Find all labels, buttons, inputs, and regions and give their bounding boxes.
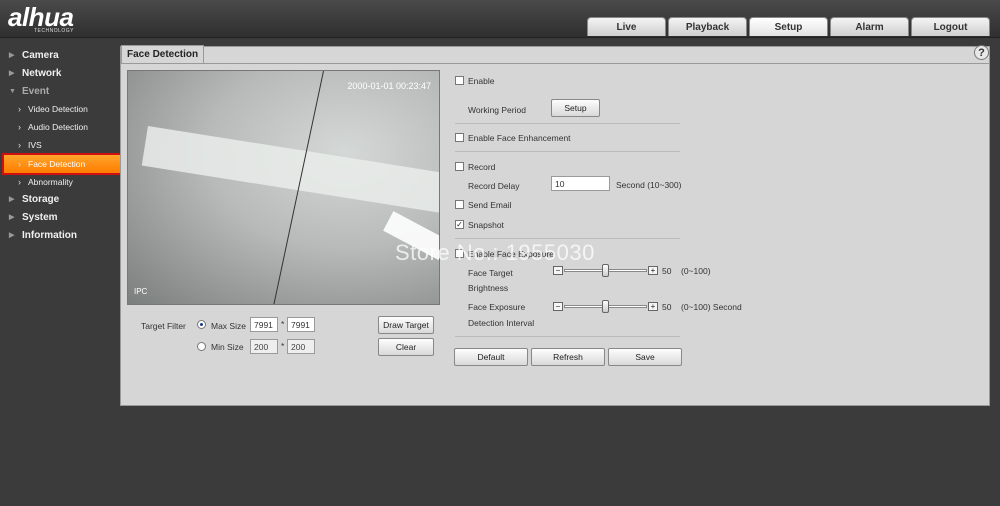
enable-label: Enable xyxy=(468,76,495,86)
face-exposure-slider-handle[interactable] xyxy=(602,300,609,313)
record-delay-label: Record Delay xyxy=(468,181,520,191)
chevron-right-icon: › xyxy=(18,140,21,150)
divider xyxy=(455,151,680,152)
panel-title-tab: Face Detection xyxy=(121,45,205,63)
record-delay-input[interactable]: 10 xyxy=(551,176,610,191)
sidebar-item-label: Face Detection xyxy=(28,159,86,169)
decrease-icon[interactable]: − xyxy=(553,302,563,311)
working-period-setup-button[interactable]: Setup xyxy=(551,99,600,117)
increase-icon[interactable]: + xyxy=(648,302,658,311)
video-preview[interactable]: 2000-01-01 00:23:47 IPC xyxy=(127,70,440,305)
divider xyxy=(455,336,680,337)
store-watermark: Store No.: 1955030 xyxy=(395,240,595,265)
sidebar-item-label: Camera xyxy=(22,49,59,61)
decrease-icon[interactable]: − xyxy=(553,266,563,275)
times-sign: * xyxy=(281,319,285,329)
face-target-value: 50 xyxy=(662,266,672,276)
record-checkbox[interactable] xyxy=(455,162,464,171)
chevron-right-icon: › xyxy=(18,104,21,114)
chevron-right-icon: › xyxy=(18,122,21,132)
expand-arrow-icon: ▶ xyxy=(9,52,15,59)
help-icon[interactable]: ? xyxy=(974,45,989,60)
expand-arrow-icon: ▶ xyxy=(9,70,15,77)
divider xyxy=(455,238,680,239)
max-width-input[interactable]: 7991 xyxy=(250,317,278,332)
sidebar-item-label: Audio Detection xyxy=(28,122,89,132)
sidebar-item-event[interactable]: ▼ Event xyxy=(0,82,120,100)
min-size-label: Min Size xyxy=(211,342,244,352)
expand-arrow-icon: ▶ xyxy=(9,232,15,239)
face-enhancement-checkbox[interactable] xyxy=(455,133,464,142)
max-size-label: Max Size xyxy=(211,321,246,331)
sidebar-item-label: Storage xyxy=(22,193,60,205)
face-exposure-label: Face Exposure xyxy=(468,302,526,312)
sidebar-item-face-detection[interactable]: › Face Detection xyxy=(2,153,124,175)
face-target-range: (0~100) xyxy=(681,266,711,276)
tab-live[interactable]: Live xyxy=(587,17,666,36)
panel-divider xyxy=(121,63,989,64)
face-enhancement-label: Enable Face Enhancement xyxy=(468,133,571,143)
expand-arrow-icon: ▶ xyxy=(9,196,15,203)
video-timestamp: 2000-01-01 00:23:47 xyxy=(347,81,431,91)
record-label: Record xyxy=(468,162,496,172)
sidebar-item-video-detection[interactable]: › Video Detection xyxy=(0,100,120,118)
tab-alarm[interactable]: Alarm xyxy=(830,17,909,36)
draw-target-button[interactable]: Draw Target xyxy=(378,316,434,334)
sidebar-item-label: IVS xyxy=(28,140,42,150)
collapse-arrow-icon: ▼ xyxy=(9,87,16,95)
sidebar-item-system[interactable]: ▶ System xyxy=(0,208,120,226)
max-size-radio[interactable] xyxy=(197,320,206,329)
sidebar-item-information[interactable]: ▶ Information xyxy=(0,226,120,244)
min-width-input[interactable]: 200 xyxy=(250,339,278,354)
sidebar-item-label: System xyxy=(22,211,58,223)
detection-interval-label: Detection Interval xyxy=(468,318,535,328)
tab-logout[interactable]: Logout xyxy=(911,17,990,36)
refresh-button[interactable]: Refresh xyxy=(531,348,605,366)
sidebar-item-label: Abnormality xyxy=(28,177,73,187)
send-email-checkbox[interactable] xyxy=(455,200,464,209)
save-button[interactable]: Save xyxy=(608,348,682,366)
video-channel-label: IPC xyxy=(134,287,148,296)
sidebar-item-network[interactable]: ▶ Network xyxy=(0,64,120,82)
sidebar-item-storage[interactable]: ▶ Storage xyxy=(0,190,120,208)
expand-arrow-icon: ▶ xyxy=(9,214,15,221)
sidebar-item-camera[interactable]: ▶ Camera xyxy=(0,46,120,64)
main-tabs: Live Playback Setup Alarm Logout xyxy=(587,17,990,36)
chevron-right-icon: › xyxy=(18,159,21,169)
chevron-right-icon: › xyxy=(18,177,21,187)
min-height-input[interactable]: 200 xyxy=(287,339,315,354)
snapshot-checkbox[interactable]: ✓ xyxy=(455,220,464,229)
sidebar-item-label: Video Detection xyxy=(28,104,88,114)
sidebar-item-ivs[interactable]: › IVS xyxy=(0,136,120,154)
times-sign: * xyxy=(281,341,285,351)
enable-checkbox[interactable] xyxy=(455,76,464,85)
max-height-input[interactable]: 7991 xyxy=(287,317,315,332)
sidebar-item-label: Information xyxy=(22,229,77,241)
logo-subtitle: TECHNOLOGY xyxy=(34,28,75,34)
clear-button[interactable]: Clear xyxy=(378,338,434,356)
sidebar-item-audio-detection[interactable]: › Audio Detection xyxy=(0,118,120,136)
sidebar-item-label: Network xyxy=(22,67,62,79)
face-exposure-value: 50 xyxy=(662,302,672,312)
dahua-logo: alhua xyxy=(8,2,74,32)
increase-icon[interactable]: + xyxy=(648,266,658,275)
send-email-label: Send Email xyxy=(468,200,512,210)
face-target-label: Face Target xyxy=(468,268,513,278)
brightness-label: Brightness xyxy=(468,283,509,293)
sidebar-item-abnormality[interactable]: › Abnormality xyxy=(0,173,120,191)
working-period-label: Working Period xyxy=(468,105,526,115)
default-button[interactable]: Default xyxy=(454,348,528,366)
sidebar-item-label: Event xyxy=(22,85,50,97)
target-filter-label: Target Filter xyxy=(141,321,186,331)
top-header: alhua TECHNOLOGY Live Playback Setup Ala… xyxy=(0,0,1000,38)
snapshot-label: Snapshot xyxy=(468,220,504,230)
min-size-radio[interactable] xyxy=(197,342,206,351)
tab-playback[interactable]: Playback xyxy=(668,17,747,36)
tab-setup[interactable]: Setup xyxy=(749,17,828,36)
divider xyxy=(455,123,680,124)
face-exposure-range: (0~100) Second xyxy=(681,302,742,312)
record-delay-unit: Second (10~300) xyxy=(616,180,682,190)
face-target-slider-handle[interactable] xyxy=(602,264,609,277)
